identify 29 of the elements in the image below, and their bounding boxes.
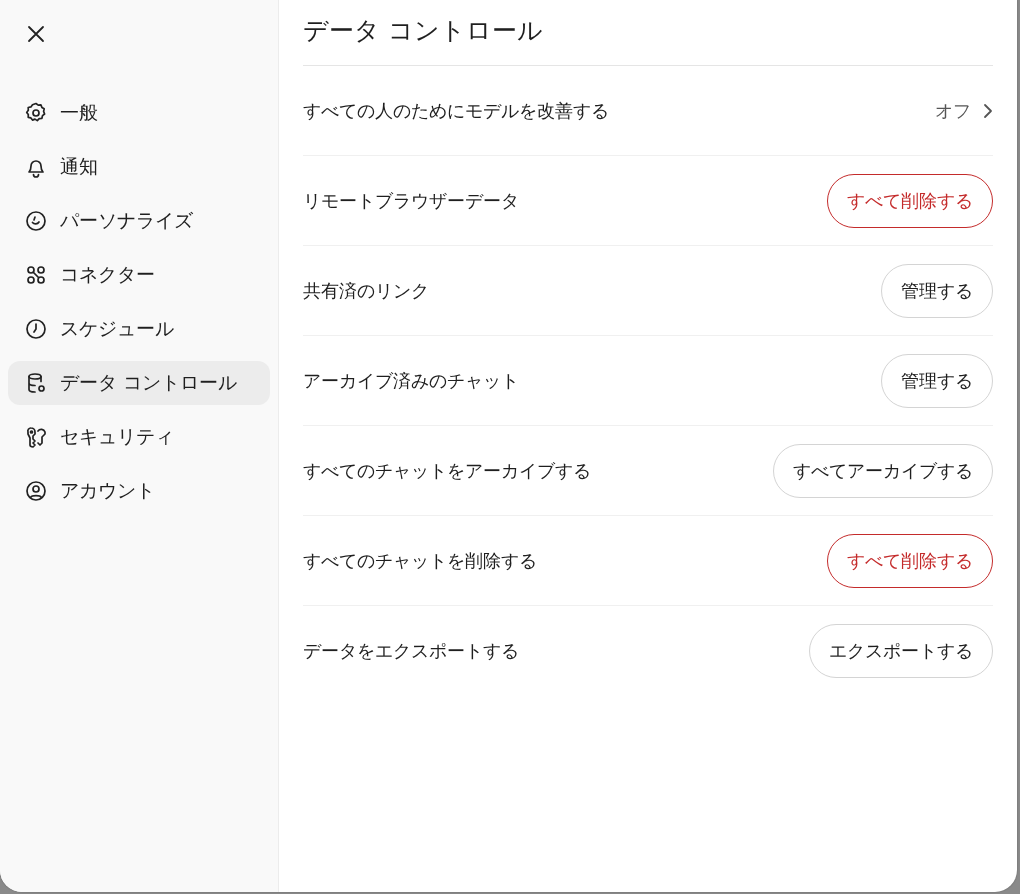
sidebar-item[interactable]: 一般 (8, 91, 270, 135)
setting-label: 共有済のリンク (303, 278, 429, 303)
nodes-icon (24, 263, 48, 287)
setting-value-link[interactable]: オフ (935, 98, 993, 123)
sidebar-item[interactable]: パーソナライズ (8, 199, 270, 243)
setting-label: すべての人のためにモデルを改善する (303, 98, 609, 123)
action-button[interactable]: エクスポートする (809, 623, 993, 678)
page-title: データ コントロール (303, 0, 993, 66)
user-icon (24, 479, 48, 503)
delete-button[interactable]: すべて削除する (827, 173, 993, 228)
sidebar-item[interactable]: スケジュール (8, 307, 270, 351)
setting-label: リモートブラウザーデータ (303, 188, 519, 213)
clock-icon (24, 317, 48, 341)
action-button[interactable]: すべてアーカイブする (773, 443, 993, 498)
chevron-right-icon (983, 102, 993, 119)
key-icon (24, 425, 48, 449)
action-button[interactable]: 管理する (881, 263, 993, 318)
sidebar-item[interactable]: 通知 (8, 145, 270, 189)
sidebar-item[interactable]: コネクター (8, 253, 270, 297)
delete-button[interactable]: すべて削除する (827, 533, 993, 588)
setting-label: アーカイブ済みのチャット (303, 368, 519, 393)
smile-icon (24, 209, 48, 233)
sidebar-item[interactable]: アカウント (8, 469, 270, 513)
action-button[interactable]: 管理する (881, 353, 993, 408)
setting-label: すべてのチャットを削除する (303, 548, 537, 573)
setting-label: すべてのチャットをアーカイブする (303, 458, 591, 483)
sidebar-item[interactable]: セキュリティ (8, 415, 270, 459)
sidebar-item[interactable]: データ コントロール (8, 361, 270, 405)
setting-label: データをエクスポートする (303, 638, 519, 663)
